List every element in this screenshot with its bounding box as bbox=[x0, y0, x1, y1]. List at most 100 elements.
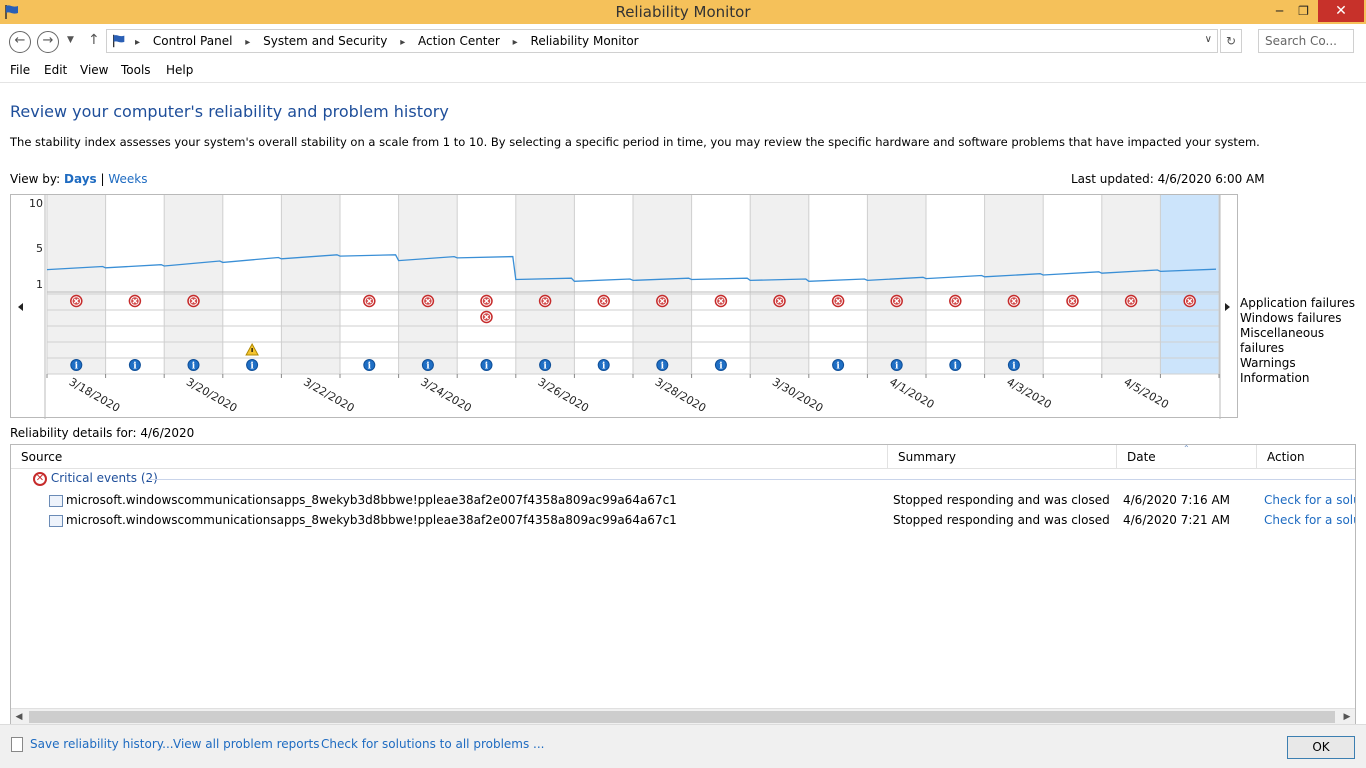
title-bar: Reliability Monitor ─ ❐ ✕ bbox=[0, 0, 1366, 24]
x-tick-label: 3/20/2020 bbox=[184, 375, 239, 414]
view-by: View by: Days | Weeks bbox=[10, 172, 148, 186]
menu-edit[interactable]: Edit bbox=[44, 63, 67, 77]
info-icon-glyph: i bbox=[602, 362, 606, 372]
divider bbox=[0, 82, 1366, 83]
row-date: 4/6/2020 7:16 AM bbox=[1123, 493, 1231, 507]
page-description: The stability index assesses your system… bbox=[10, 135, 1260, 149]
breadcrumb-reliability-monitor[interactable]: Reliability Monitor bbox=[531, 34, 639, 48]
breadcrumb[interactable]: ▸ Control Panel ▸ System and Security ▸ … bbox=[106, 29, 1218, 53]
view-by-label: View by: bbox=[10, 172, 61, 186]
table-row[interactable]: microsoft.windowscommunicationsapps_8wek… bbox=[11, 511, 1355, 531]
chart-column bbox=[398, 195, 458, 374]
menu-help[interactable]: Help bbox=[166, 63, 193, 77]
menu-file[interactable]: File bbox=[10, 63, 30, 77]
info-icon-glyph: i bbox=[661, 362, 665, 372]
row-action-link[interactable]: Check for a solution bbox=[1264, 513, 1355, 527]
x-tick-label: 3/26/2020 bbox=[536, 375, 591, 414]
chart-column bbox=[1043, 195, 1102, 374]
info-icon-glyph: i bbox=[895, 362, 899, 372]
scroll-right-icon[interactable]: ▶ bbox=[1339, 709, 1355, 725]
chart-column bbox=[750, 195, 809, 374]
chart-column bbox=[574, 195, 633, 374]
view-all-reports-link[interactable]: View all problem reports bbox=[173, 737, 320, 751]
chart-column bbox=[164, 195, 223, 374]
info-icon-glyph: i bbox=[192, 362, 196, 372]
info-icon-glyph: i bbox=[133, 362, 137, 372]
back-icon[interactable]: ← bbox=[9, 31, 31, 53]
chart-column bbox=[691, 195, 751, 374]
chart-column bbox=[47, 195, 106, 374]
check-all-solutions-link[interactable]: Check for solutions to all problems ... bbox=[321, 737, 545, 751]
close-button[interactable]: ✕ bbox=[1318, 0, 1364, 22]
reliability-chart-svg[interactable]: 10 5 1 i i i i i i i i i i i i i i i 3/18/2020 3/20/2020 3/2… bbox=[11, 195, 1239, 419]
scroll-left-icon[interactable] bbox=[18, 303, 23, 311]
app-window-icon bbox=[49, 515, 63, 527]
refresh-icon[interactable]: ↻ bbox=[1220, 29, 1242, 53]
breadcrumb-system-security[interactable]: System and Security bbox=[263, 34, 387, 48]
horizontal-scrollbar[interactable]: ◀ ▶ bbox=[11, 708, 1355, 724]
breadcrumb-control-panel[interactable]: Control Panel bbox=[153, 34, 233, 48]
critical-icon: ✕ bbox=[33, 471, 47, 486]
view-days-link[interactable]: Days bbox=[64, 172, 97, 186]
ok-button[interactable]: OK bbox=[1287, 736, 1355, 759]
group-critical-events[interactable]: ✕ Critical events (2) bbox=[33, 471, 1355, 489]
info-icon-glyph: i bbox=[836, 362, 840, 372]
y-tick-label: 10 bbox=[29, 197, 43, 210]
flag-icon bbox=[113, 34, 125, 48]
legend-windows-failures: Windows failures bbox=[1240, 311, 1342, 325]
x-tick-label: 3/30/2020 bbox=[770, 375, 825, 414]
legend-app-failures: Application failures bbox=[1240, 296, 1356, 310]
search-input[interactable]: Search Co... bbox=[1258, 29, 1354, 53]
table-row[interactable]: microsoft.windowscommunicationsapps_8wek… bbox=[11, 491, 1355, 511]
x-tick-label: 4/1/2020 bbox=[887, 375, 936, 411]
info-icon-glyph: i bbox=[368, 362, 372, 372]
chart-column bbox=[1101, 195, 1161, 374]
info-icon-glyph: i bbox=[954, 362, 958, 372]
row-summary: Stopped responding and was closed bbox=[893, 493, 1110, 507]
details-title: Reliability details for: 4/6/2020 bbox=[10, 426, 195, 440]
y-tick-label: 1 bbox=[36, 278, 43, 291]
group-divider bbox=[148, 479, 1355, 480]
scroll-right-icon[interactable] bbox=[1225, 303, 1230, 311]
chart-column bbox=[926, 195, 985, 374]
chart-column bbox=[340, 195, 399, 374]
x-tick-label: 3/18/2020 bbox=[67, 375, 122, 414]
chevron-down-icon[interactable]: ▼ bbox=[67, 35, 74, 45]
chart-column bbox=[633, 195, 692, 374]
breadcrumb-action-center[interactable]: Action Center bbox=[418, 34, 500, 48]
chart-column bbox=[808, 195, 868, 374]
save-history-link[interactable]: Save reliability history... bbox=[30, 737, 174, 751]
row-action-link[interactable]: Check for a solution bbox=[1264, 493, 1355, 507]
minimize-button[interactable]: ─ bbox=[1266, 0, 1293, 22]
forward-icon[interactable]: → bbox=[37, 31, 59, 53]
view-weeks-link[interactable]: Weeks bbox=[108, 172, 147, 186]
row-source: microsoft.windowscommunicationsapps_8wek… bbox=[66, 513, 677, 527]
scroll-left-icon[interactable]: ◀ bbox=[11, 709, 27, 725]
chevron-right-icon: ▸ bbox=[135, 37, 141, 48]
chart-column bbox=[1160, 195, 1219, 374]
scrollbar-thumb[interactable] bbox=[29, 711, 1335, 723]
chart-column bbox=[281, 195, 340, 374]
row-summary: Stopped responding and was closed bbox=[893, 513, 1110, 527]
column-source[interactable]: Source bbox=[11, 445, 888, 469]
chart-column bbox=[867, 195, 926, 374]
reliability-chart[interactable]: 10 5 1 i i i i i i i i i i i i i i i 3/18/2020 3/20/2020 3/2… bbox=[10, 194, 1239, 419]
legend-information: Information bbox=[1240, 371, 1310, 385]
menu-view[interactable]: View bbox=[80, 63, 108, 77]
row-date: 4/6/2020 7:21 AM bbox=[1123, 513, 1231, 527]
info-icon-glyph: i bbox=[719, 362, 723, 372]
x-tick-label: 3/22/2020 bbox=[301, 375, 356, 414]
details-table: Source Summary Date ⌃ Action ✕ Critical … bbox=[10, 444, 1356, 724]
info-icon-glyph: i bbox=[1012, 362, 1016, 372]
menu-tools[interactable]: Tools bbox=[121, 63, 151, 77]
column-summary[interactable]: Summary bbox=[888, 445, 1117, 469]
column-action[interactable]: Action bbox=[1257, 445, 1355, 469]
up-icon[interactable]: ↑ bbox=[88, 32, 100, 48]
maximize-button[interactable]: ❐ bbox=[1290, 0, 1317, 22]
chevron-down-icon[interactable]: ∨ bbox=[1205, 34, 1212, 45]
y-tick-label: 5 bbox=[36, 242, 43, 255]
chevron-right-icon: ▸ bbox=[245, 37, 251, 48]
legend-misc-failures: Miscellaneous failures bbox=[1240, 326, 1325, 355]
x-tick-label: 4/5/2020 bbox=[1122, 375, 1171, 411]
footer-bar: Save reliability history... View all pro… bbox=[0, 724, 1366, 768]
